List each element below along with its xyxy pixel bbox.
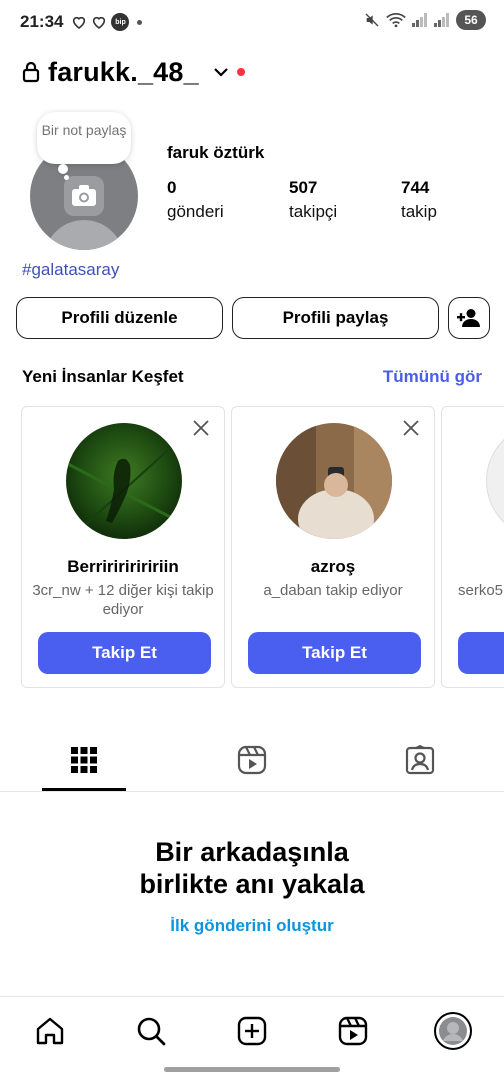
- mute-icon: [365, 13, 379, 27]
- wifi-icon: [386, 13, 406, 28]
- stat-posts-value: 0: [167, 178, 177, 197]
- stat-followers[interactable]: 507 takipçi: [289, 178, 337, 222]
- suggestion-name[interactable]: azroş: [232, 557, 434, 577]
- camera-icon: [64, 176, 104, 216]
- suggestion-card[interactable]: azroş a_daban takip ediyor Takip Et: [231, 406, 435, 688]
- stat-followers-label: takipçi: [289, 202, 338, 221]
- note-bubble[interactable]: Bir not paylaş: [37, 112, 131, 164]
- create-first-post-link[interactable]: İlk gönderini oluştur: [0, 916, 504, 936]
- bio-hashtag-link[interactable]: #galatasaray: [22, 260, 119, 280]
- status-bar: 21:34 bip 56: [0, 0, 504, 44]
- note-bubble-tail: [58, 164, 68, 174]
- edit-profile-button[interactable]: Profili düzenle: [16, 297, 223, 339]
- status-time: 21:34: [20, 12, 64, 31]
- create-icon: [237, 1016, 267, 1046]
- nav-home[interactable]: [30, 1011, 70, 1051]
- profile-avatar: [434, 1012, 472, 1050]
- profile-content-tabs: [0, 730, 504, 792]
- avatar-silhouette: [44, 220, 124, 250]
- empty-state-title: Bir arkadaşınla birlikte anı yakala: [0, 836, 504, 900]
- reels-icon: [237, 745, 267, 775]
- suggestion-avatar[interactable]: [276, 423, 392, 539]
- status-dot: [137, 19, 143, 25]
- tagged-icon: [405, 745, 435, 775]
- profile-header: farukk._48_: [22, 52, 484, 92]
- heart-outline-icon: [73, 16, 86, 29]
- suggestion-avatar[interactable]: [486, 423, 504, 539]
- nav-reels[interactable]: [333, 1011, 373, 1051]
- stat-posts[interactable]: 0 gönderi: [167, 178, 224, 222]
- username[interactable]: farukk._48_: [48, 57, 199, 88]
- lock-icon: [22, 61, 40, 83]
- stat-followers-value: 507: [289, 178, 318, 197]
- empty-state-title-line1: Bir arkadaşınla: [155, 837, 349, 867]
- suggestion-subtitle: serko5: [458, 582, 504, 599]
- signal-icon: [434, 13, 449, 27]
- suggestion-subtitle: a_daban takip ediyor: [263, 582, 403, 599]
- grid-icon: [71, 747, 97, 773]
- reels-icon: [338, 1016, 368, 1046]
- suggestion-avatar[interactable]: [66, 423, 182, 539]
- tab-tagged[interactable]: [402, 742, 438, 778]
- add-person-icon: [457, 309, 480, 327]
- bip-app-icon: bip: [111, 13, 130, 31]
- tab-reels[interactable]: [234, 742, 270, 778]
- tab-grid[interactable]: [66, 742, 102, 778]
- search-icon: [137, 1017, 166, 1046]
- close-icon[interactable]: [192, 419, 210, 437]
- stat-following-label: takip: [401, 202, 437, 221]
- bottom-navigation: [0, 996, 504, 1066]
- status-left-icons: bip: [71, 13, 143, 31]
- suggestion-card[interactable]: Berririririririin 3cr_nw + 12 diğer kişi…: [21, 406, 225, 688]
- share-profile-button[interactable]: Profili paylaş: [232, 297, 439, 339]
- suggestion-carousel[interactable]: Berririririririin 3cr_nw + 12 diğer kişi…: [21, 406, 504, 690]
- active-tab-indicator: [42, 788, 126, 791]
- see-all-link[interactable]: Tümünü gör: [383, 367, 482, 387]
- follow-button[interactable]: Takip Et: [38, 632, 211, 674]
- battery-indicator: 56: [456, 10, 486, 30]
- empty-state-title-line2: birlikte anı yakala: [139, 869, 365, 899]
- suggestion-card[interactable]: serko5: [441, 406, 504, 688]
- stat-following-value: 744: [401, 178, 430, 197]
- follow-button[interactable]: Takip Et: [248, 632, 421, 674]
- stat-posts-label: gönderi: [167, 202, 224, 221]
- discover-header: Yeni İnsanlar Keşfet Tümünü gör: [22, 367, 482, 387]
- suggestion-subtitle: 3cr_nw + 12 diğer kişi takip ediyor: [32, 582, 214, 618]
- follow-button[interactable]: [458, 632, 504, 674]
- close-icon[interactable]: [402, 419, 420, 437]
- nav-create[interactable]: [232, 1011, 272, 1051]
- status-right-icons: 56: [364, 10, 486, 30]
- suggestion-name[interactable]: Berririririririin: [22, 557, 224, 577]
- note-bubble-tail-small: [64, 175, 69, 180]
- home-icon: [36, 1017, 64, 1045]
- notification-dot: [236, 68, 245, 76]
- home-indicator[interactable]: [164, 1067, 340, 1072]
- full-name: faruk öztürk: [167, 143, 265, 162]
- nav-profile[interactable]: [433, 1011, 473, 1051]
- chevron-down-icon[interactable]: [213, 66, 229, 78]
- discover-people-button[interactable]: [448, 297, 490, 339]
- discover-title: Yeni İnsanlar Keşfet: [22, 367, 184, 386]
- stat-following[interactable]: 744 takip: [401, 178, 437, 222]
- signal-icon: [412, 13, 427, 27]
- heart-outline-icon: [93, 16, 106, 29]
- profile-actions: Profili düzenle Profili paylaş: [16, 297, 490, 339]
- nav-search[interactable]: [131, 1011, 171, 1051]
